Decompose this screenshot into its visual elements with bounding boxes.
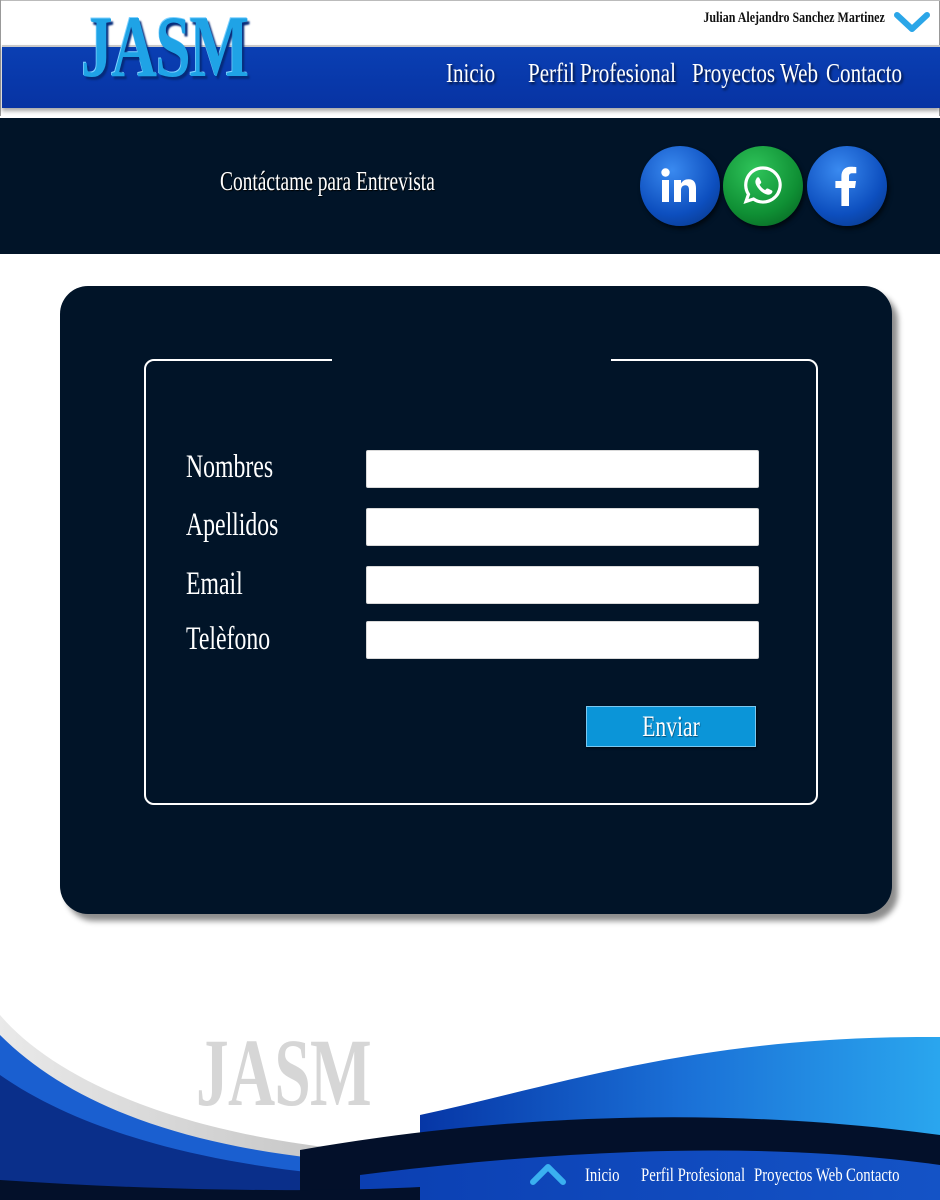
banner-title: Contáctame para Entrevista bbox=[220, 166, 435, 196]
form-legend-gap bbox=[332, 357, 611, 363]
footer-nav-proyectos-web[interactable]: Proyectos Web bbox=[754, 1165, 843, 1187]
user-name[interactable]: Julian Alejandro Sanchez Martinez bbox=[704, 10, 885, 27]
nav-inicio[interactable]: Inicio bbox=[446, 58, 495, 89]
contact-banner: Contáctame para Entrevista bbox=[0, 118, 940, 254]
apellidos-input[interactable] bbox=[366, 508, 759, 546]
nav-proyectos-web[interactable]: Proyectos Web bbox=[692, 58, 818, 89]
contact-form: Nombres Apellidos Email Telèfono Enviar bbox=[144, 357, 818, 805]
apellidos-label: Apellidos bbox=[186, 507, 279, 543]
enviar-button-label: Enviar bbox=[642, 709, 700, 743]
whatsapp-icon bbox=[743, 166, 782, 205]
nav-perfil-profesional[interactable]: Perfil Profesional bbox=[528, 58, 676, 89]
email-input[interactable] bbox=[366, 566, 759, 604]
footer-logo: JASM bbox=[196, 1019, 372, 1126]
footer-nav-inicio[interactable]: Inicio bbox=[585, 1165, 620, 1187]
facebook-icon bbox=[835, 166, 857, 206]
telefono-label: Telèfono bbox=[186, 621, 271, 657]
nav-contacto[interactable]: Contacto bbox=[826, 58, 902, 89]
contact-form-card: Nombres Apellidos Email Telèfono Enviar bbox=[60, 286, 892, 914]
footer-nav-perfil-profesional[interactable]: Perfil Profesional bbox=[641, 1165, 745, 1187]
footer-nav-contacto[interactable]: Contacto bbox=[846, 1165, 900, 1187]
site-header: JASM Julian Alejandro Sanchez Martinez I… bbox=[0, 0, 940, 116]
chevron-up-icon[interactable] bbox=[530, 1161, 566, 1187]
telefono-input[interactable] bbox=[366, 621, 759, 659]
linkedin-icon bbox=[661, 168, 696, 202]
facebook-button[interactable] bbox=[807, 146, 887, 226]
site-logo[interactable]: JASM bbox=[81, 2, 249, 94]
whatsapp-button[interactable] bbox=[723, 146, 803, 226]
email-label: Email bbox=[186, 566, 243, 602]
site-footer: JASM Inicio Perfil Profesional Proyectos… bbox=[0, 975, 940, 1200]
enviar-button[interactable]: Enviar bbox=[586, 706, 756, 747]
linkedin-button[interactable] bbox=[640, 146, 720, 226]
nombres-label: Nombres bbox=[186, 449, 274, 485]
chevron-down-icon[interactable] bbox=[894, 10, 930, 34]
nombres-input[interactable] bbox=[366, 450, 759, 488]
